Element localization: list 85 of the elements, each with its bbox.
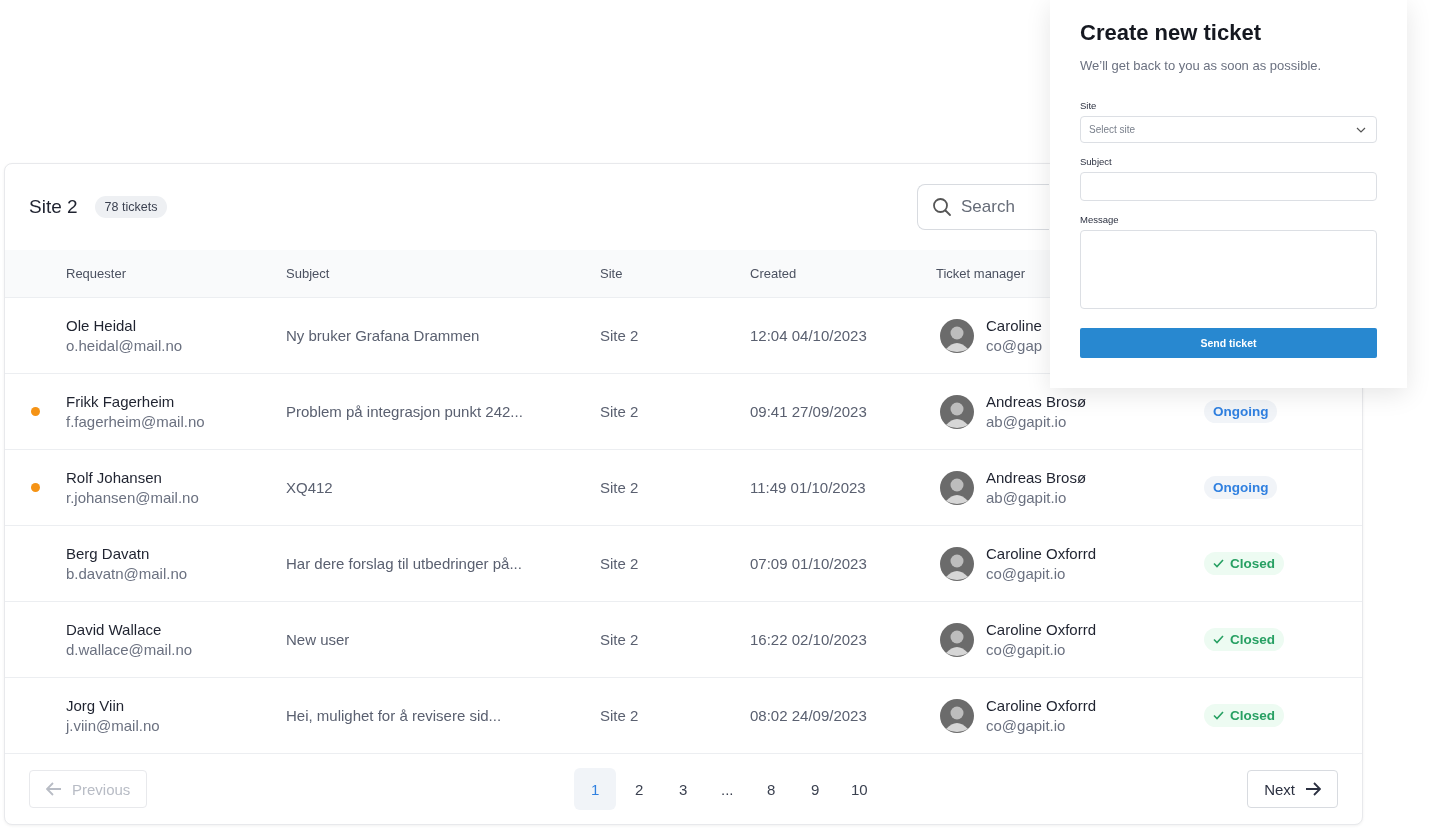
site-cell-text: Site 2 — [600, 479, 640, 496]
status-badge: Closed — [1204, 552, 1284, 575]
requester-email: b.davatn@mail.no — [66, 565, 189, 582]
site-cell-text: Site 2 — [600, 631, 640, 648]
status-badge: Closed — [1204, 628, 1284, 651]
field-label: Subject — [1080, 156, 1113, 167]
column-header: Subject — [286, 266, 331, 281]
panel-title: Create new ticket — [1080, 20, 1262, 46]
field-label: Site — [1080, 100, 1098, 111]
page-button[interactable]: 1 — [574, 768, 617, 810]
send-button[interactable]: Send ticket — [1080, 328, 1377, 358]
message-field[interactable] — [1080, 230, 1377, 309]
search-icon — [932, 197, 952, 217]
page-button[interactable]: 10 — [838, 768, 881, 810]
column-header: Ticket manager — [936, 266, 1027, 281]
avatar — [940, 470, 974, 505]
requester-email: j.viin@mail.no — [66, 717, 161, 734]
manager-name: Andreas Brosø — [986, 469, 1087, 486]
requester-email: o.heidal@mail.no — [66, 337, 184, 354]
search-field[interactable]: Search — [917, 184, 1049, 230]
site-cell-text: Site 2 — [600, 707, 640, 724]
column-header: Site — [600, 266, 624, 281]
status-badge: Ongoing — [1204, 476, 1278, 499]
page-button[interactable]: 9 — [794, 768, 837, 810]
avatar — [940, 622, 974, 657]
avatar — [940, 698, 974, 733]
manager-email: ab@gapit.io — [986, 489, 1068, 506]
status-badge: Ongoing — [1204, 400, 1278, 423]
created-cell-text: 11:49 01/10/2023 — [750, 479, 867, 496]
subject-cell-text: New user — [286, 631, 351, 648]
manager-email: co@gap — [986, 337, 1043, 354]
site-cell-text: Site 2 — [600, 555, 640, 572]
page-button[interactable]: 2 — [618, 768, 661, 810]
avatar — [940, 318, 974, 353]
subject-cell-text: Har dere forslag til utbedringer på... — [286, 555, 523, 572]
column-header: Created — [750, 266, 798, 281]
site-cell-text: Site 2 — [600, 327, 640, 344]
table-title: Site 2 — [29, 196, 78, 218]
column-header: Requester — [66, 266, 127, 281]
requester-name: Rolf Johansen — [66, 469, 163, 486]
requester-email: f.fagerheim@mail.no — [66, 413, 206, 430]
site-cell-text: Site 2 — [600, 403, 640, 420]
page-button[interactable]: ... — [706, 768, 749, 810]
ticket-count-badge: 78 tickets — [94, 196, 168, 218]
requester-name: David Wallace — [66, 621, 163, 638]
field-label: Message — [1080, 214, 1120, 225]
created-cell-text: 12:04 04/10/2023 — [750, 327, 868, 344]
requester-email: d.wallace@mail.no — [66, 641, 194, 658]
input-field[interactable] — [1080, 172, 1377, 201]
manager-name: Caroline Oxforrd — [986, 621, 1097, 638]
next-button[interactable]: Next — [1247, 770, 1338, 808]
check-icon — [1213, 711, 1224, 720]
created-cell-text: 16:22 02/10/2023 — [750, 631, 868, 648]
manager-name: Caroline Oxforrd — [986, 545, 1097, 562]
status-badge: Closed — [1204, 704, 1284, 727]
page-button[interactable]: 3 — [662, 768, 705, 810]
requester-name: Jorg Viin — [66, 697, 126, 714]
requester-name: Frikk Fagerheim — [66, 393, 176, 410]
site-select[interactable]: Select site — [1080, 116, 1377, 143]
manager-email: co@gapit.io — [986, 717, 1067, 734]
subject-cell-text: XQ412 — [286, 479, 334, 496]
created-cell-text: 09:41 27/09/2023 — [750, 403, 868, 420]
manager-email: co@gapit.io — [986, 641, 1067, 658]
arrow-left-icon — [46, 782, 62, 796]
avatar — [940, 394, 974, 429]
arrow-right-icon — [1305, 782, 1321, 796]
requester-name: Berg Davatn — [66, 545, 151, 562]
manager-email: ab@gapit.io — [986, 413, 1068, 430]
check-icon — [1213, 559, 1224, 568]
requester-email: r.johansen@mail.no — [66, 489, 200, 506]
page-button[interactable]: 8 — [750, 768, 793, 810]
created-cell-text: 07:09 01/10/2023 — [750, 555, 868, 572]
chevron-down-icon — [1356, 126, 1366, 133]
requester-name: Ole Heidal — [66, 317, 138, 334]
created-cell-text: 08:02 24/09/2023 — [750, 707, 868, 724]
panel-subtitle: We’ll get back to you as soon as possible. — [1080, 58, 1323, 73]
check-icon — [1213, 635, 1224, 644]
manager-email: co@gapit.io — [986, 565, 1067, 582]
subject-cell-text: Hei, mulighet for å revisere sid... — [286, 707, 503, 724]
subject-cell-text: Ny bruker Grafana Drammen — [286, 327, 481, 344]
manager-name: Caroline — [986, 317, 1043, 334]
subject-cell-text: Problem på integrasjon punkt 242... — [286, 403, 524, 420]
manager-name: Andreas Brosø — [986, 393, 1087, 410]
avatar — [940, 546, 974, 581]
manager-name: Caroline Oxforrd — [986, 697, 1097, 714]
